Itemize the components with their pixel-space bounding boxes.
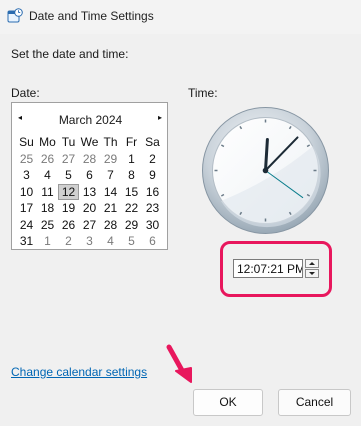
- calendar-day[interactable]: 14: [100, 184, 121, 201]
- weekday-header: Su: [19, 135, 34, 149]
- weekday-header: Mo: [39, 135, 56, 149]
- clock-hour-hand: [264, 138, 269, 172]
- calendar-day[interactable]: 5: [58, 167, 79, 184]
- time-label: Time:: [188, 86, 218, 100]
- time-decrement-button[interactable]: [305, 269, 319, 278]
- calendar-day[interactable]: 24: [16, 217, 37, 234]
- change-calendar-settings-link[interactable]: Change calendar settings: [11, 365, 147, 379]
- calendar-day[interactable]: 3: [16, 167, 37, 184]
- calendar-day[interactable]: 23: [142, 200, 163, 217]
- calendar-day[interactable]: 22: [121, 200, 142, 217]
- next-month-icon[interactable]: ▸: [158, 113, 162, 122]
- calendar-day[interactable]: 28: [100, 217, 121, 234]
- pointer-arrow-icon: [166, 344, 192, 383]
- weekday-header: Fr: [125, 135, 138, 149]
- calendar-day[interactable]: 19: [58, 200, 79, 217]
- calendar-day[interactable]: 7: [100, 167, 121, 184]
- calendar-day[interactable]: 5: [121, 233, 142, 250]
- calendar-day[interactable]: 27: [79, 217, 100, 234]
- calendar-day[interactable]: 9: [142, 167, 163, 184]
- calendar-day[interactable]: 31: [16, 233, 37, 250]
- calendar-day[interactable]: 17: [16, 200, 37, 217]
- cancel-button[interactable]: Cancel: [278, 389, 351, 416]
- calendar-day[interactable]: 4: [37, 167, 58, 184]
- weekday-header: Sa: [145, 135, 160, 149]
- date-time-settings-icon: [7, 8, 23, 23]
- calendar-day[interactable]: 13: [79, 184, 100, 201]
- calendar-day[interactable]: 11: [37, 184, 58, 201]
- calendar-day[interactable]: 2: [142, 151, 163, 168]
- calendar-day[interactable]: 27: [58, 151, 79, 168]
- analog-clock: [202, 107, 329, 234]
- date-label: Date:: [11, 86, 40, 100]
- calendar-day[interactable]: 2: [58, 233, 79, 250]
- calendar-day[interactable]: 29: [121, 217, 142, 234]
- calendar-grid: Su Mo Tu We Th Fr Sa 25 26 27 28 29 1 2 3 4 5 6 7 8 9 10 11 12 1…: [16, 134, 163, 250]
- calendar[interactable]: ◂ March 2024 ▸ Su Mo Tu We Th Fr Sa 25 26 27 28 29 1…: [11, 102, 168, 250]
- calendar-day[interactable]: 6: [79, 167, 100, 184]
- weekday-header: Th: [103, 135, 118, 149]
- calendar-day[interactable]: 25: [37, 217, 58, 234]
- weekday-header: We: [80, 135, 99, 149]
- spin-up-icon: [309, 262, 315, 265]
- calendar-day[interactable]: 12: [58, 183, 79, 200]
- time-increment-button[interactable]: [305, 259, 319, 268]
- ok-button[interactable]: OK: [193, 389, 263, 416]
- calendar-day[interactable]: 26: [37, 151, 58, 168]
- calendar-day[interactable]: 30: [142, 217, 163, 234]
- calendar-day[interactable]: 25: [16, 151, 37, 168]
- instructions-heading: Set the date and time:: [11, 47, 129, 61]
- calendar-day[interactable]: 6: [142, 233, 163, 250]
- calendar-day[interactable]: 8: [121, 167, 142, 184]
- calendar-day[interactable]: 1: [121, 151, 142, 168]
- calendar-day[interactable]: 3: [79, 233, 100, 250]
- calendar-day[interactable]: 26: [58, 217, 79, 234]
- title-bar: Date and Time Settings: [0, 0, 361, 34]
- calendar-day[interactable]: 1: [37, 233, 58, 250]
- calendar-day[interactable]: 18: [37, 200, 58, 217]
- calendar-day[interactable]: 15: [121, 184, 142, 201]
- time-input[interactable]: [233, 259, 303, 278]
- calendar-day[interactable]: 28: [79, 151, 100, 168]
- spin-down-icon: [309, 272, 315, 275]
- calendar-month-label[interactable]: March 2024: [12, 113, 169, 127]
- weekday-header: Tu: [61, 135, 76, 149]
- calendar-day[interactable]: 21: [100, 200, 121, 217]
- calendar-day[interactable]: 10: [16, 184, 37, 201]
- calendar-day[interactable]: 29: [100, 151, 121, 168]
- calendar-day[interactable]: 16: [142, 184, 163, 201]
- calendar-day[interactable]: 20: [79, 200, 100, 217]
- calendar-day[interactable]: 4: [100, 233, 121, 250]
- clock-center-pin: [262, 167, 269, 174]
- window-title: Date and Time Settings: [29, 9, 154, 23]
